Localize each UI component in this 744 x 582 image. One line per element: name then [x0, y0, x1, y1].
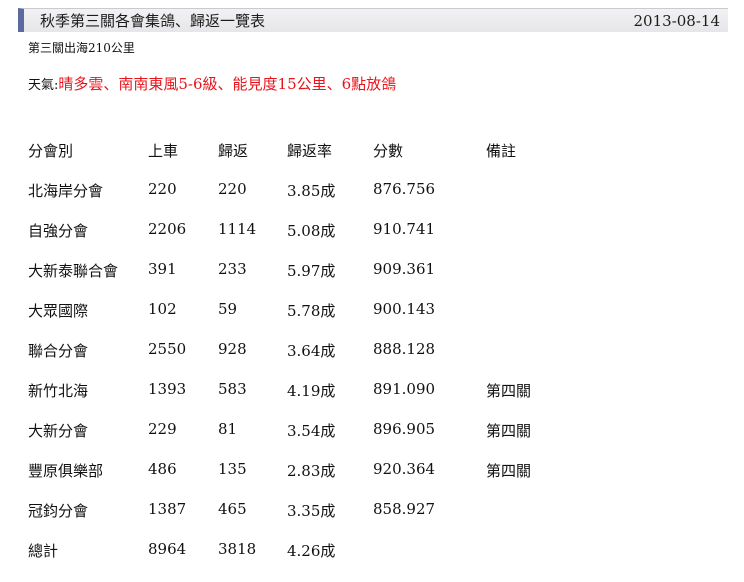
cell-note: [486, 260, 566, 300]
header-returned: 歸返: [218, 142, 249, 160]
cell-note: [486, 340, 566, 380]
report-header: 秋季第三關各會集鴿、歸返一覽表 2013-08-14: [18, 8, 728, 32]
cell-return-rate: 3.35成: [287, 502, 336, 520]
cell-score: 858.927: [373, 500, 436, 518]
weather-label: 天氣:: [28, 78, 59, 93]
report-title: 秋季第三關各會集鴿、歸返一覽表: [40, 12, 266, 30]
cell-club: 大新分會: [28, 422, 89, 440]
table-row: 大眾國際 102 59 5.78成 900.143: [28, 300, 566, 340]
table-header-row: 分會別 上車 歸返 歸返率 分數 備註: [28, 140, 566, 180]
cell-returned: 220: [218, 180, 247, 198]
cell-returned: 135: [218, 460, 247, 478]
table-row: 北海岸分會 220 220 3.85成 876.756: [28, 180, 566, 220]
table-row: 聯合分會 2550 928 3.64成 888.128: [28, 340, 566, 380]
cell-score: 900.143: [373, 300, 436, 318]
weather-text: 晴多雲、南南東風5-6級、能見度15公里、6點放鴿: [58, 75, 397, 93]
table-row: 新竹北海 1393 583 4.19成 891.090 第四關: [28, 380, 566, 420]
cell-score: 909.361: [373, 260, 436, 278]
cell-score: 888.128: [373, 340, 436, 358]
cell-launched: 2206: [148, 220, 187, 238]
cell-score: 910.741: [373, 220, 436, 238]
cell-club: 冠鈞分會: [28, 502, 89, 520]
cell-club: 大眾國際: [28, 302, 89, 320]
cell-note: [486, 500, 566, 540]
cell-club: 總計: [28, 542, 59, 560]
cell-launched: 391: [148, 260, 177, 278]
cell-returned: 3818: [218, 540, 257, 558]
cell-score: [373, 540, 486, 580]
table-row: 豐原俱樂部 486 135 2.83成 920.364 第四關: [28, 460, 566, 500]
table-row: 冠鈞分會 1387 465 3.35成 858.927: [28, 500, 566, 540]
cell-launched: 229: [148, 420, 177, 438]
results-table: 分會別 上車 歸返 歸返率 分數 備註 北海岸分會 220 220 3.85成 876.…: [28, 140, 566, 580]
cell-return-rate: 3.64成: [287, 342, 336, 360]
cell-note: 第四關: [486, 462, 532, 480]
cell-club: 聯合分會: [28, 342, 89, 360]
cell-club: 新竹北海: [28, 382, 89, 400]
table-row: 自強分會 2206 1114 5.08成 910.741: [28, 220, 566, 260]
cell-returned: 59: [218, 300, 238, 318]
cell-score: 891.090: [373, 380, 436, 398]
weather-info: 天氣:晴多雲、南南東風5-6級、能見度15公里、6點放鴿: [28, 74, 396, 96]
cell-returned: 928: [218, 340, 247, 358]
cell-launched: 1393: [148, 380, 187, 398]
cell-launched: 486: [148, 460, 177, 478]
cell-note: [486, 220, 566, 260]
cell-launched: 8964: [148, 540, 187, 558]
header-note: 備註: [486, 142, 517, 160]
cell-note: 第四關: [486, 382, 532, 400]
cell-launched: 2550: [148, 340, 187, 358]
cell-return-rate: 5.97成: [287, 262, 336, 280]
cell-returned: 1114: [218, 220, 257, 238]
cell-return-rate: 4.19成: [287, 382, 336, 400]
cell-return-rate: 4.26成: [287, 542, 336, 560]
cell-return-rate: 3.54成: [287, 422, 336, 440]
total-row: 總計 8964 3818 4.26成: [28, 540, 566, 580]
header-club: 分會別: [28, 142, 74, 160]
header-score: 分數: [373, 142, 404, 160]
cell-return-rate: 2.83成: [287, 462, 336, 480]
cell-returned: 465: [218, 500, 247, 518]
table-row: 大新分會 229 81 3.54成 896.905 第四關: [28, 420, 566, 460]
cell-note: 第四關: [486, 422, 532, 440]
cell-return-rate: 5.78成: [287, 302, 336, 320]
cell-launched: 102: [148, 300, 177, 318]
race-distance: 第三關出海210公里: [28, 41, 135, 55]
cell-return-rate: 5.08成: [287, 222, 336, 240]
cell-returned: 583: [218, 380, 247, 398]
cell-launched: 1387: [148, 500, 187, 518]
cell-note: [486, 540, 566, 580]
header-return-rate: 歸返率: [287, 142, 333, 160]
header-launched: 上車: [148, 142, 179, 160]
cell-score: 896.905: [373, 420, 436, 438]
table-row: 大新泰聯合會 391 233 5.97成 909.361: [28, 260, 566, 300]
cell-returned: 81: [218, 420, 238, 438]
cell-club: 自強分會: [28, 222, 89, 240]
cell-launched: 220: [148, 180, 177, 198]
report-date: 2013-08-14: [633, 12, 720, 30]
cell-returned: 233: [218, 260, 247, 278]
cell-club: 大新泰聯合會: [28, 262, 119, 280]
cell-note: [486, 300, 566, 340]
cell-club: 北海岸分會: [28, 182, 104, 200]
cell-club: 豐原俱樂部: [28, 462, 104, 480]
cell-return-rate: 3.85成: [287, 182, 336, 200]
cell-note: [486, 180, 566, 220]
cell-score: 876.756: [373, 180, 436, 198]
cell-score: 920.364: [373, 460, 436, 478]
